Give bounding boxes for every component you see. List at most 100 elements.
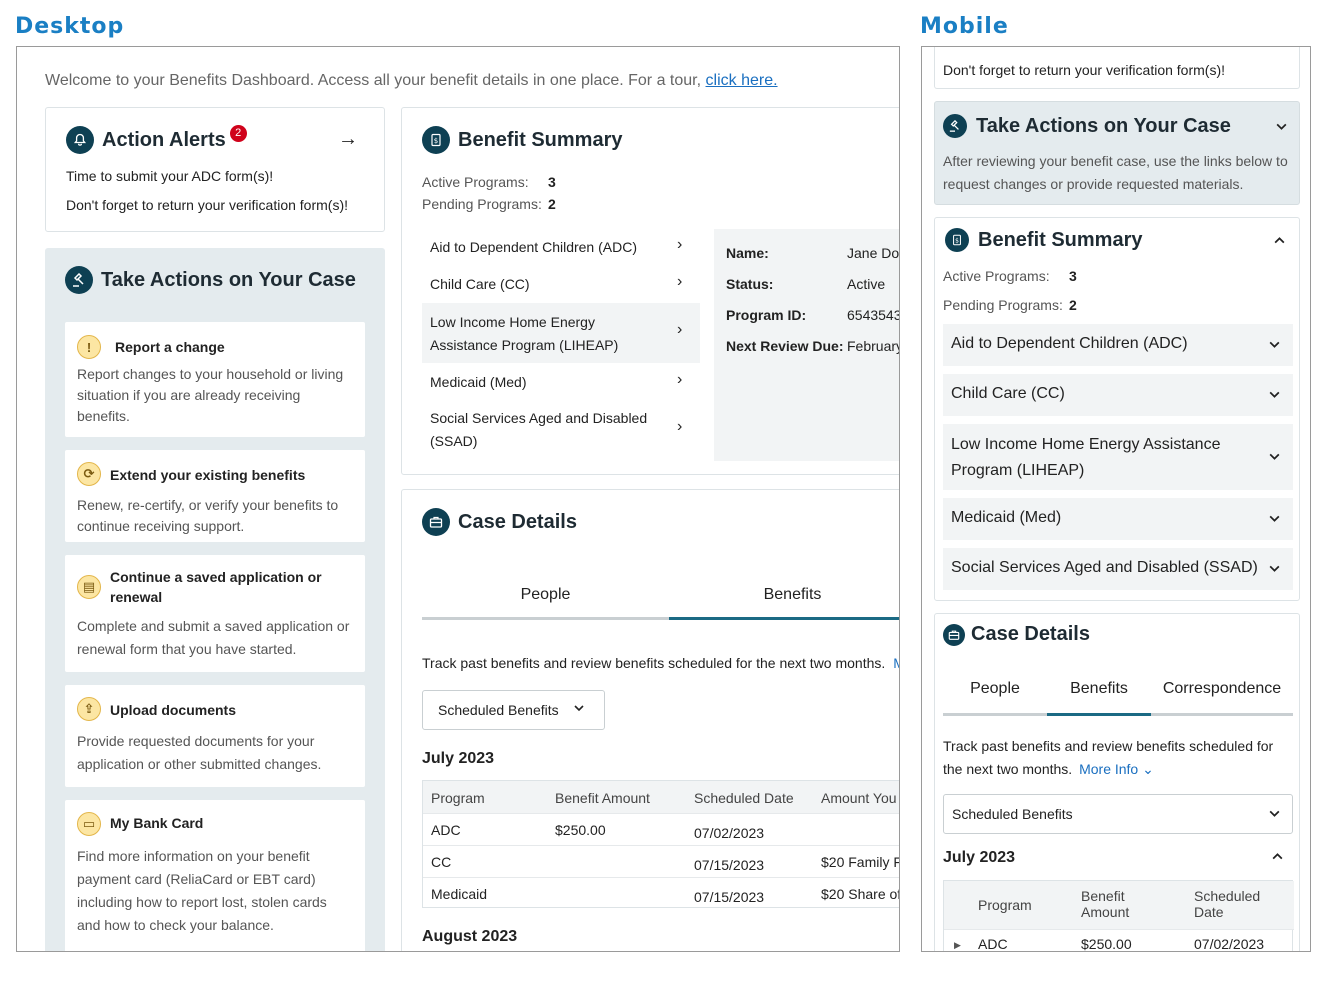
arrow-right-icon[interactable]: →: [338, 128, 358, 151]
benefits-table: Program Benefit Amount Scheduled Date ▶ …: [943, 880, 1294, 952]
more-info-link[interactable]: More Info ⌄: [1079, 761, 1154, 777]
chevron-right-icon: ›: [677, 371, 683, 388]
welcome-text: Welcome to your Benefits Dashboard. Acce…: [45, 72, 702, 89]
chevron-down-icon: [1268, 388, 1281, 406]
table-row: ADC $250.00 07/02/2023: [423, 813, 899, 845]
column-header: Amount You: [821, 790, 897, 806]
bank-card-icon: ▭: [77, 812, 101, 836]
program-item-ssad[interactable]: Social Services Aged and Disabled (SSAD)…: [422, 403, 700, 459]
program-label: Medicaid (Med): [430, 374, 527, 390]
cell: $250.00: [555, 822, 606, 838]
briefcase-icon: [943, 623, 965, 646]
tab-benefits[interactable]: Benefits: [669, 584, 899, 620]
action-extend-benefits[interactable]: ⟳ Extend your existing benefits Renew, r…: [65, 450, 365, 542]
action-title: Continue a saved application or renewal: [110, 569, 322, 605]
column-header: Scheduled Date: [694, 790, 794, 806]
program-item-adc[interactable]: Aid to Dependent Children (ADC) ›: [422, 228, 700, 264]
desktop-frame: Welcome to your Benefits Dashboard. Acce…: [16, 46, 900, 952]
mobile-label: Mobile: [920, 14, 1009, 39]
action-desc: Provide requested documents for your app…: [77, 733, 322, 772]
action-desc: Renew, re-certify, or verify your benefi…: [77, 497, 339, 534]
action-continue-application[interactable]: ▤ Continue a saved application or renewa…: [65, 555, 365, 672]
tab-benefits[interactable]: Benefits: [1047, 680, 1151, 716]
take-actions-panel: Take Actions on Your Case ! Report a cha…: [45, 248, 385, 951]
scheduled-benefits-dropdown[interactable]: Scheduled Benefits: [422, 690, 605, 730]
program-item-cc[interactable]: Child Care (CC) ›: [422, 266, 700, 302]
tab-correspondence[interactable]: Correspondence: [1151, 680, 1293, 716]
benefit-summary-card: $ Benefit Summary Active Programs: 3 Pen…: [401, 107, 900, 475]
program-item-adc[interactable]: Aid to Dependent Children (ADC): [943, 324, 1293, 366]
case-details-title: Case Details: [971, 623, 1090, 645]
program-item-liheap[interactable]: Low Income Home Energy Assistance Progra…: [422, 303, 700, 363]
action-desc: Find more information on your benefit pa…: [77, 848, 327, 933]
column-header: Benefit Amount: [555, 790, 650, 806]
chevron-down-icon: [1268, 807, 1281, 825]
program-item-medicaid[interactable]: Medicaid (Med) ›: [422, 365, 700, 401]
take-actions-accordion[interactable]: Take Actions on Your Case After reviewin…: [934, 101, 1300, 205]
cell: 07/15/2023: [694, 857, 765, 873]
pending-programs-count: 2: [1069, 297, 1077, 313]
case-details-accordion: Case Details People Benefits Corresponde…: [934, 613, 1300, 952]
active-programs-label: Active Programs:: [422, 174, 529, 190]
refresh-icon: ⟳: [77, 462, 101, 486]
action-title: Report a change: [115, 339, 225, 355]
program-item-liheap[interactable]: Low Income Home Energy Assistance Progra…: [943, 424, 1293, 490]
month-heading: July 2023: [943, 849, 1016, 866]
detail-label: Next Review Due:: [726, 338, 844, 354]
tab-people[interactable]: People: [422, 584, 669, 620]
chevron-down-icon: [573, 701, 585, 719]
detail-label: Status:: [726, 276, 774, 292]
caret-right-icon[interactable]: ▶: [954, 940, 961, 951]
document-dollar-icon: $: [945, 228, 969, 252]
more-info-link[interactable]: M: [893, 655, 899, 671]
chevron-down-icon: [1268, 512, 1281, 530]
program-label: Medicaid (Med): [951, 509, 1062, 526]
alert-circle-icon: !: [77, 335, 101, 359]
action-title: Extend your existing benefits: [110, 467, 306, 483]
chevron-down-icon: [1268, 562, 1281, 580]
action-report-change[interactable]: ! Report a change Report changes to your…: [65, 322, 365, 437]
mobile-frame: Don't forget to return your verification…: [921, 46, 1311, 952]
pending-programs-count: 2: [548, 196, 556, 212]
cell: 07/15/2023: [694, 889, 765, 905]
column-header: Program: [431, 790, 485, 806]
chevron-down-icon[interactable]: [1275, 120, 1288, 138]
detail-value: Jane Doe: [847, 245, 900, 261]
benefit-summary-title: Benefit Summary: [978, 228, 1143, 251]
active-programs-label: Active Programs:: [943, 268, 1050, 284]
svg-text:$: $: [955, 238, 959, 245]
bell-icon: [66, 126, 94, 154]
program-item-cc[interactable]: Child Care (CC): [943, 374, 1293, 416]
benefits-table: Program Benefit Amount Scheduled Date Am…: [422, 780, 899, 909]
cell: 07/02/2023: [1194, 936, 1265, 952]
chevron-right-icon: ›: [677, 273, 683, 290]
chevron-up-icon[interactable]: [1273, 234, 1286, 252]
tab-people[interactable]: People: [943, 680, 1047, 716]
tour-link[interactable]: click here.: [706, 72, 778, 89]
gavel-icon: [943, 114, 967, 138]
alert-item-1: Time to submit your ADC form(s)!: [66, 168, 274, 184]
cell: CC: [431, 854, 452, 870]
scheduled-benefits-dropdown[interactable]: Scheduled Benefits: [943, 794, 1293, 834]
case-details-card: Case Details People Benefits Track past …: [401, 489, 899, 951]
program-label: Aid to Dependent Children (ADC): [951, 335, 1188, 352]
detail-value: 6543543: [847, 307, 900, 323]
track-text: Track past benefits and review benefits …: [422, 655, 886, 671]
chevron-up-icon[interactable]: [1271, 850, 1284, 868]
action-title: Upload documents: [110, 702, 237, 718]
table-row: CC 07/15/2023 $20 Family Fe: [423, 845, 899, 877]
action-upload-documents[interactable]: ⇪ Upload documents Provide requested doc…: [65, 685, 365, 787]
program-item-medicaid[interactable]: Medicaid (Med): [943, 498, 1293, 540]
dropdown-value: Scheduled Benefits: [438, 702, 559, 718]
table-row: Medicaid 07/15/2023 $20 Share of: [423, 877, 899, 909]
cell: Medicaid: [431, 886, 488, 902]
column-header: Program: [978, 897, 1032, 913]
chevron-down-icon: [1268, 450, 1281, 468]
document-icon: ▤: [77, 575, 101, 599]
table-row[interactable]: ▶ ADC $250.00 07/02/2023: [944, 929, 1294, 952]
pending-programs-label: Pending Programs:: [422, 196, 542, 212]
action-bank-card[interactable]: ▭ My Bank Card Find more information on …: [65, 800, 365, 951]
program-item-ssad[interactable]: Social Services Aged and Disabled (SSAD): [943, 548, 1293, 590]
briefcase-icon: [422, 508, 450, 536]
chevron-down-icon: [1268, 338, 1281, 356]
